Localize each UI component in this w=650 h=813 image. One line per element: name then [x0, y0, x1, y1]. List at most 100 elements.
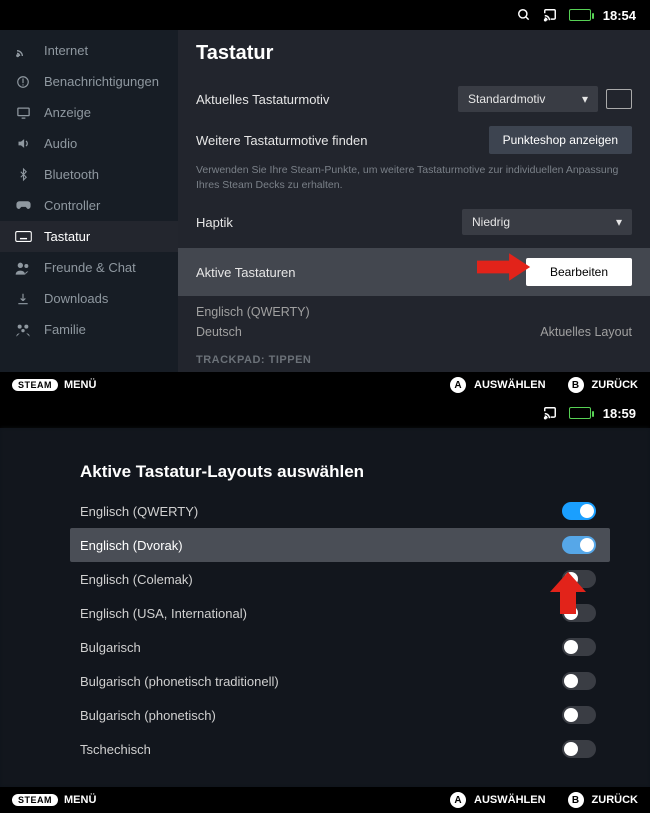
sidebar-label: Controller: [44, 198, 100, 213]
layout-note: Aktuelles Layout: [540, 325, 632, 339]
sidebar-item-downloads[interactable]: Downloads: [0, 283, 178, 314]
layout-toggle[interactable]: [562, 706, 596, 724]
active-keyboards-label: Aktive Tastaturen: [196, 265, 295, 280]
layout-toggle[interactable]: [562, 672, 596, 690]
button-a-icon: A: [450, 792, 466, 808]
sidebar-label: Internet: [44, 43, 88, 58]
layout-option-row[interactable]: Englisch (USA, International): [70, 596, 610, 630]
sidebar-label: Freunde & Chat: [44, 260, 136, 275]
settings-keyboard-screen: 18:54 Internet Benachrichtigungen Anzeig…: [0, 0, 650, 398]
layout-option-row[interactable]: Englisch (Dvorak): [70, 528, 610, 562]
layout-option-label: Englisch (QWERTY): [80, 504, 198, 519]
settings-sidebar: Internet Benachrichtigungen Anzeige Audi…: [0, 30, 178, 372]
layout-list: Englisch (QWERTY) Englisch (Dvorak) Englis…: [70, 494, 610, 766]
friends-icon: [14, 261, 32, 275]
theme-dropdown[interactable]: Standardmotiv ▾: [458, 86, 598, 112]
theme-hint-text: Verwenden Sie Ihre Steam-Punkte, um weit…: [196, 161, 632, 202]
b-action-label: ZURÜCK: [592, 794, 638, 806]
layout-toggle[interactable]: [562, 638, 596, 656]
sidebar-item-bluetooth[interactable]: Bluetooth: [0, 159, 178, 190]
status-time: 18:59: [603, 406, 636, 421]
layout-name: Englisch (QWERTY): [196, 305, 310, 319]
layout-option-label: Bulgarisch (phonetisch): [80, 708, 216, 723]
sidebar-item-friends[interactable]: Freunde & Chat: [0, 252, 178, 283]
layout-option-row[interactable]: Englisch (Colemak): [70, 562, 610, 596]
sidebar-label: Downloads: [44, 291, 108, 306]
theme-value: Standardmotiv: [468, 92, 545, 106]
layout-option-label: Englisch (Colemak): [80, 572, 193, 587]
layout-row: Englisch (QWERTY): [196, 302, 632, 322]
edit-button[interactable]: Bearbeiten: [526, 258, 632, 286]
keyboard-layouts-modal-screen: 18:59 Aktive Tastatur-Layouts auswählen …: [0, 398, 650, 813]
sidebar-item-controller[interactable]: Controller: [0, 190, 178, 221]
find-themes-row: Weitere Tastaturmotive finden Punkteshop…: [196, 119, 632, 161]
sidebar-item-audio[interactable]: Audio: [0, 128, 178, 159]
display-icon: [14, 105, 32, 120]
a-action-label: AUSWÄHLEN: [474, 379, 546, 391]
sidebar-item-display[interactable]: Anzeige: [0, 97, 178, 128]
layout-option-row[interactable]: Bulgarisch (phonetisch): [70, 698, 610, 732]
status-bar: 18:54: [0, 0, 650, 30]
modal-title: Aktive Tastatur-Layouts auswählen: [70, 462, 610, 482]
sidebar-item-notifications[interactable]: Benachrichtigungen: [0, 66, 178, 97]
layout-toggle[interactable]: [562, 604, 596, 622]
keyboard-settings-panel: Tastatur Aktuelles Tastaturmotiv Standar…: [178, 30, 650, 372]
button-b-icon: B: [568, 377, 584, 393]
b-action-label: ZURÜCK: [592, 379, 638, 391]
layout-toggle[interactable]: [562, 502, 596, 520]
layout-toggle[interactable]: [562, 740, 596, 758]
layout-option-row[interactable]: Bulgarisch (phonetisch traditionell): [70, 664, 610, 698]
layout-option-row[interactable]: Englisch (QWERTY): [70, 494, 610, 528]
controller-icon: [14, 199, 32, 212]
search-icon[interactable]: [517, 8, 531, 22]
bell-icon: [14, 75, 32, 89]
find-themes-label: Weitere Tastaturmotive finden: [196, 133, 368, 148]
layout-option-row[interactable]: Bulgarisch: [70, 630, 610, 664]
layout-option-label: Bulgarisch: [80, 640, 141, 655]
active-keyboards-row: Aktive Tastaturen Bearbeiten: [178, 248, 650, 296]
layout-option-label: Englisch (USA, International): [80, 606, 247, 621]
layout-option-row[interactable]: Tschechisch: [70, 732, 610, 766]
sidebar-label: Anzeige: [44, 105, 91, 120]
cast-icon: [543, 406, 557, 420]
active-keyboards-list: Englisch (QWERTY) Deutsch Aktuelles Layo…: [196, 296, 632, 342]
sidebar-item-internet[interactable]: Internet: [0, 34, 178, 66]
trackpad-section-label: TRACKPAD: TIPPEN: [196, 342, 632, 366]
sidebar-label: Tastatur: [44, 229, 90, 244]
haptics-label: Haptik: [196, 215, 233, 230]
sidebar-label: Audio: [44, 136, 77, 151]
haptics-value: Niedrig: [472, 215, 510, 229]
layout-name: Deutsch: [196, 325, 242, 339]
page-title: Tastatur: [196, 42, 632, 65]
status-bar: 18:59: [0, 398, 650, 428]
haptics-dropdown[interactable]: Niedrig ▾: [462, 209, 632, 235]
layout-option-label: Tschechisch: [80, 742, 151, 757]
haptics-row: Haptik Niedrig ▾: [196, 202, 632, 242]
battery-icon: [569, 407, 591, 419]
layout-toggle[interactable]: [562, 536, 596, 554]
annotation-arrow-icon: [477, 250, 532, 284]
sidebar-item-family[interactable]: Familie: [0, 314, 178, 345]
sidebar-label: Bluetooth: [44, 167, 99, 182]
family-icon: [14, 323, 32, 337]
layout-toggle[interactable]: [562, 570, 596, 588]
sidebar-item-keyboard[interactable]: Tastatur: [0, 221, 178, 252]
menu-label: MENÜ: [64, 794, 96, 806]
cast-icon: [543, 8, 557, 22]
theme-label: Aktuelles Tastaturmotiv: [196, 92, 329, 107]
a-action-label: AUSWÄHLEN: [474, 794, 546, 806]
sidebar-label: Benachrichtigungen: [44, 74, 159, 89]
sidebar-label: Familie: [44, 322, 86, 337]
download-icon: [14, 292, 32, 306]
keyboard-icon: [14, 230, 32, 243]
points-shop-button[interactable]: Punkteshop anzeigen: [489, 126, 632, 154]
steam-badge[interactable]: STEAM: [12, 379, 58, 391]
steam-badge[interactable]: STEAM: [12, 794, 58, 806]
layout-option-label: Bulgarisch (phonetisch traditionell): [80, 674, 279, 689]
keyboard-preview-icon[interactable]: [606, 89, 632, 109]
layout-row: Deutsch Aktuelles Layout: [196, 322, 632, 342]
footer-bar: STEAM MENÜ A AUSWÄHLEN B ZURÜCK: [0, 372, 650, 398]
button-a-icon: A: [450, 377, 466, 393]
layout-option-label: Englisch (Dvorak): [80, 538, 183, 553]
footer-bar: STEAM MENÜ A AUSWÄHLEN B ZURÜCK: [0, 787, 650, 813]
